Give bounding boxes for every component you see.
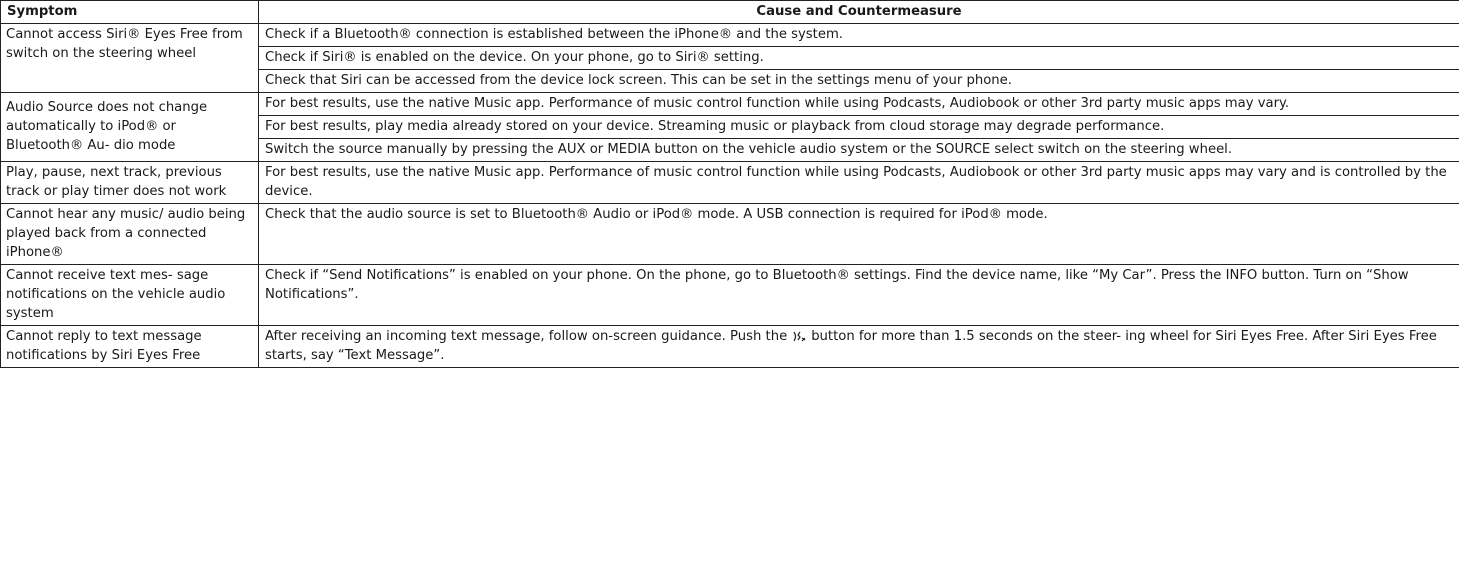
table-row: Cannot hear any music/ audio being playe… [0,203,1459,265]
cause-cell: For best results, use the native Music a… [258,92,1459,116]
cause-cell: Check if “Send Notifications” is enabled… [258,264,1459,326]
symptom-cell: Play, pause, next track, previous track … [0,161,259,204]
cause-cell: Check that Siri can be accessed from the… [258,69,1459,93]
symptom-cell: Cannot receive text mes- sage notificati… [0,264,259,326]
table-row: Audio Source does not change automatical… [0,92,1459,162]
troubleshooting-table-container: Symptom Cause and Countermeasure Cannot … [0,0,1459,368]
symptom-cell: Cannot reply to text message notificatio… [0,325,259,368]
cause-cell: Check if a Bluetooth® connection is esta… [258,23,1459,47]
cause-cell: For best results, play media already sto… [258,115,1459,139]
cause-cell: Check that the audio source is set to Bl… [258,203,1459,265]
symptom-column-header: Symptom [0,0,259,24]
cause-cell: Switch the source manually by pressing t… [258,138,1459,162]
table-header-row: Symptom Cause and Countermeasure [0,0,1459,24]
table-row: Play, pause, next track, previous track … [0,161,1459,204]
cause-text-before-icon: After receiving an incoming text message… [265,329,788,344]
symptom-cell: Cannot access Siri® Eyes Free from switc… [0,23,259,93]
cause-column-header: Cause and Countermeasure [258,0,1459,24]
troubleshooting-table: Symptom Cause and Countermeasure Cannot … [0,0,1459,368]
cause-cell: For best results, use the native Music a… [258,161,1459,204]
symptom-cell: Cannot hear any music/ audio being playe… [0,203,259,265]
table-row: Cannot access Siri® Eyes Free from switc… [0,23,1459,93]
cause-cell: After receiving an incoming text message… [258,325,1459,368]
table-row: Cannot receive text mes- sage notificati… [0,264,1459,326]
voice-command-icon [791,329,807,343]
symptom-cell: Audio Source does not change automatical… [0,92,259,162]
table-row: Cannot reply to text message notificatio… [0,325,1459,368]
cause-cell: Check if Siri® is enabled on the device.… [258,46,1459,70]
